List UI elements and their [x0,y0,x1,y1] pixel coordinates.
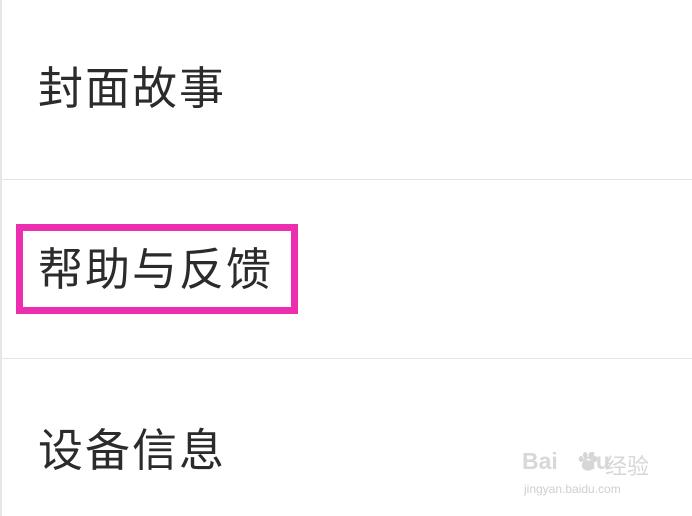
menu-item-label: 设备信息 [38,424,227,477]
watermark-label: 经验 [605,455,650,480]
menu-item-cover-story[interactable]: 封面故事 [0,0,692,179]
paw-icon [578,452,598,471]
menu-item-label: 封面故事 [38,62,227,115]
highlight-box [16,224,298,314]
baidu-jingyan-watermark: Baidu 经验 jingyan.baidu.com [522,448,672,508]
settings-screen: 封面故事 帮助与反馈 设备信息 Baidu 经验 jingyan.baidu.c… [0,0,692,516]
watermark-url: jingyan.baidu.com [524,482,621,496]
